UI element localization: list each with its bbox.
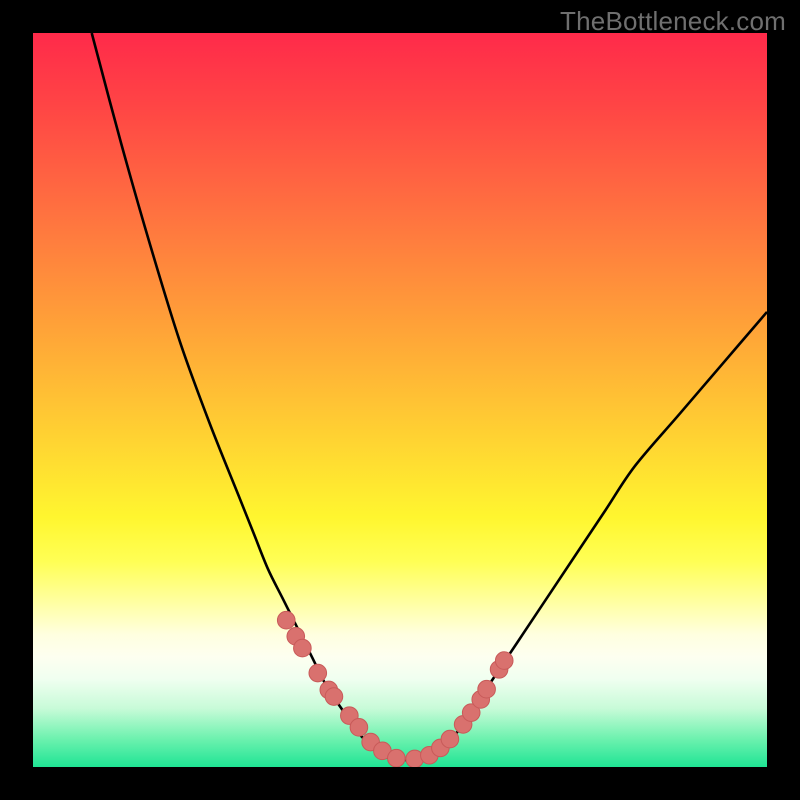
data-point: [325, 688, 343, 706]
data-point: [478, 680, 496, 698]
watermark-text: TheBottleneck.com: [560, 6, 786, 37]
data-point: [294, 639, 312, 657]
data-point: [495, 652, 513, 670]
curve-group: [92, 33, 767, 760]
chart-frame: TheBottleneck.com: [0, 0, 800, 800]
data-point: [277, 611, 295, 629]
data-point: [309, 664, 327, 682]
dots-group: [277, 611, 513, 767]
data-point: [388, 749, 406, 767]
bottleneck-curve-svg: [33, 33, 767, 767]
data-point: [350, 719, 368, 737]
data-point: [441, 730, 459, 748]
bottleneck-curve: [92, 33, 767, 760]
